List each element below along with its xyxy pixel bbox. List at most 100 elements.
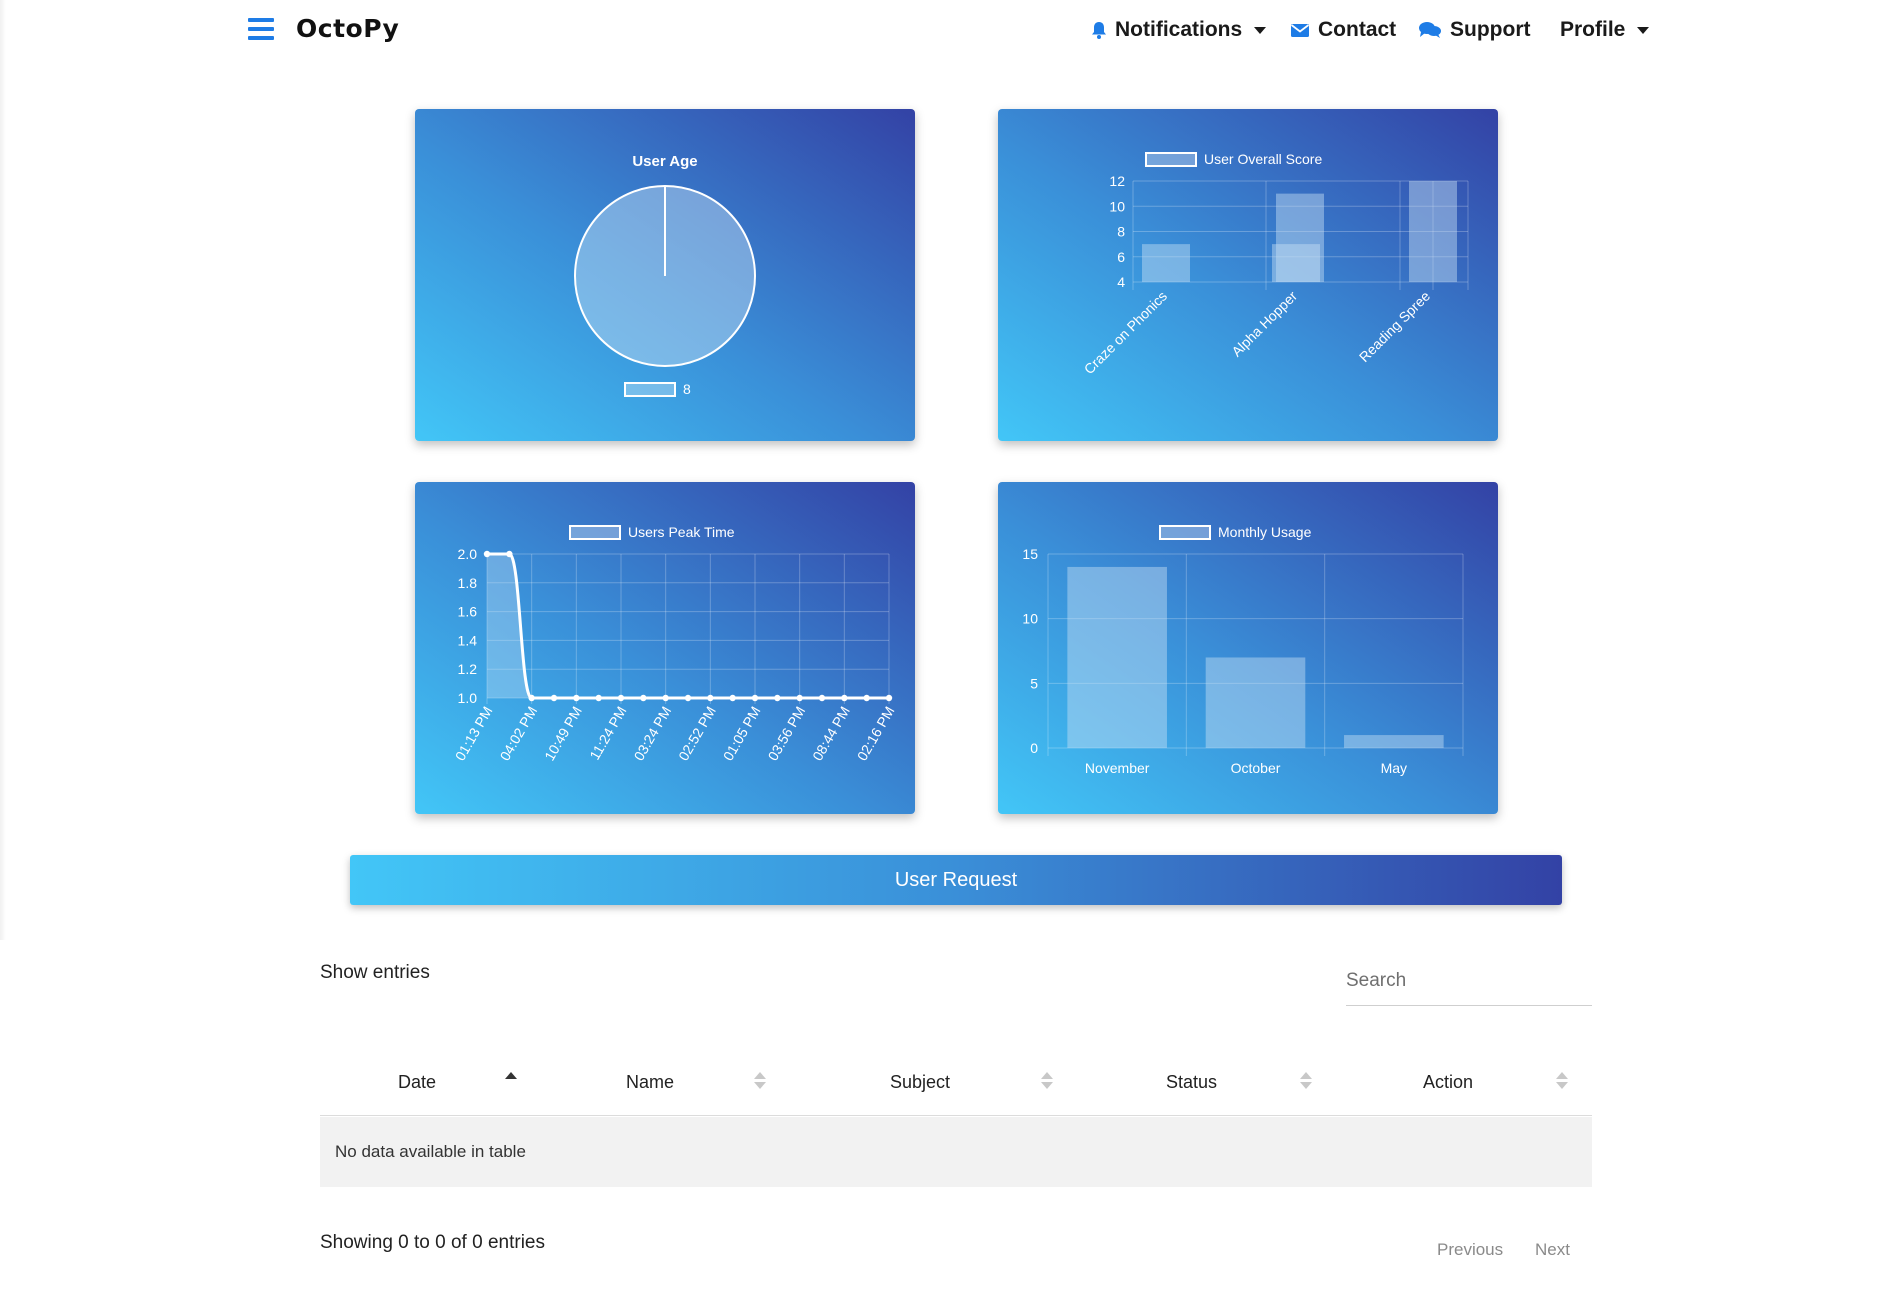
sort-icon[interactable]: [1556, 1072, 1568, 1090]
data-point: [617, 694, 625, 702]
search-input[interactable]: [1346, 962, 1592, 1000]
data-point: [841, 694, 848, 702]
data-point: [550, 694, 558, 702]
data-point: [662, 694, 669, 702]
table-header: Date Name Subject Status Action: [320, 1050, 1592, 1116]
data-point: [774, 694, 781, 702]
data-point: [796, 694, 803, 702]
sort-icon[interactable]: [1300, 1072, 1312, 1090]
bell-icon: [1092, 22, 1106, 39]
y-tick-label: 1.0: [458, 690, 478, 706]
table-info: Showing 0 to 0 of 0 entries: [320, 1232, 545, 1253]
brand-logo[interactable]: OctoPy: [296, 14, 399, 43]
x-tick-label: 03:24 PM: [630, 704, 674, 764]
column-header-date[interactable]: Date: [398, 1072, 436, 1093]
top-navbar: OctoPy Notifications Contact Support Pro…: [0, 0, 1898, 60]
y-tick-label: 12: [1109, 173, 1125, 189]
x-tick-label: 03:56 PM: [764, 704, 808, 764]
data-point: [818, 694, 826, 702]
menu-toggle-icon[interactable]: [248, 18, 274, 40]
data-point: [885, 694, 893, 702]
envelope-icon: [1290, 24, 1310, 37]
legend-swatch: [569, 525, 621, 540]
user-overall-score-card: User Overall Score 4 6 8 10 12 Craze on Phoni…: [998, 109, 1498, 441]
user-age-card: User Age 8: [415, 109, 915, 441]
data-point: [684, 694, 692, 702]
table-row: No data available in table: [320, 1117, 1592, 1187]
y-tick-label: 10: [1022, 611, 1038, 627]
y-tick-label: 0: [1030, 740, 1038, 756]
x-tick-label: October: [1231, 760, 1281, 776]
bar: [1205, 657, 1306, 748]
y-tick-label: 15: [1022, 546, 1038, 562]
x-tick-label: 08:44 PM: [809, 704, 853, 764]
user-age-chart: User Age 8: [574, 153, 756, 397]
data-point: [729, 694, 736, 702]
x-tick-label: Craze on Phonics: [1081, 288, 1170, 377]
profile-label: Profile: [1560, 18, 1626, 41]
data-point: [707, 694, 714, 702]
y-tick-label: 5: [1030, 675, 1038, 691]
y-tick-label: 1.4: [458, 632, 478, 648]
bar: [1276, 193, 1324, 282]
x-tick-label: November: [1085, 760, 1150, 776]
notifications-menu[interactable]: Notifications: [1091, 16, 1267, 44]
show-entries-label: Show entries: [320, 962, 430, 983]
users-peak-time-card: Users Peak Time 1.0 1.2 1.4 1.6 1.8 2.0 01:13 …: [415, 482, 915, 814]
x-tick-label: 02:52 PM: [675, 704, 719, 764]
next-page-button[interactable]: Next: [1535, 1240, 1570, 1260]
legend-label: User Overall Score: [1204, 151, 1322, 167]
column-header-status[interactable]: Status: [1166, 1072, 1217, 1093]
sort-icon[interactable]: [505, 1072, 517, 1090]
notifications-label: Notifications: [1115, 18, 1243, 41]
y-tick-label: 10: [1109, 198, 1125, 214]
y-tick-label: 6: [1117, 249, 1125, 265]
contact-link[interactable]: Contact: [1290, 16, 1396, 44]
legend-label: Monthly Usage: [1218, 524, 1312, 540]
legend-label: 8: [683, 381, 691, 397]
y-tick-label: 8: [1117, 224, 1125, 240]
previous-page-button[interactable]: Previous: [1437, 1240, 1503, 1260]
column-header-subject[interactable]: Subject: [890, 1072, 950, 1093]
user-request-header[interactable]: User Request: [350, 855, 1562, 905]
data-point: [863, 694, 870, 702]
data-point: [483, 550, 491, 558]
bar: [1344, 735, 1444, 748]
comments-icon: [1419, 22, 1441, 38]
empty-table-message: No data available in table: [335, 1142, 526, 1161]
x-tick-label: Alpha Hopper: [1228, 288, 1300, 360]
legend-swatch: [1145, 152, 1197, 167]
bar: [1067, 566, 1167, 748]
y-tick-label: 4: [1117, 274, 1125, 290]
x-tick-label: 01:05 PM: [720, 704, 764, 764]
chevron-down-icon: [1254, 26, 1267, 34]
y-tick-label: 1.6: [458, 604, 478, 620]
data-point: [595, 694, 602, 702]
x-tick-label: 10:49 PM: [541, 704, 585, 764]
monthly-usage-card: Monthly Usage 0 5 10 15 November October May: [998, 482, 1498, 814]
column-header-action[interactable]: Action: [1423, 1072, 1473, 1093]
x-tick-label: 04:02 PM: [496, 704, 540, 764]
x-tick-label: 01:13 PM: [452, 704, 496, 764]
sidebar-edge-shadow: [0, 0, 6, 940]
profile-menu[interactable]: Profile: [1560, 16, 1650, 44]
sort-icon[interactable]: [1041, 1072, 1053, 1090]
support-label: Support: [1450, 18, 1531, 41]
y-tick-label: 1.8: [458, 575, 478, 591]
chart-title: User Age: [632, 153, 697, 170]
x-tick-label: May: [1381, 760, 1407, 776]
x-tick-label: Reading Spree: [1356, 288, 1434, 366]
column-header-name[interactable]: Name: [626, 1072, 674, 1093]
bar: [1409, 181, 1457, 282]
area-fill: [487, 554, 889, 698]
x-tick-label: 11:24 PM: [586, 704, 629, 763]
sort-icon[interactable]: [754, 1072, 766, 1090]
y-tick-label: 1.2: [458, 661, 478, 677]
x-tick-label: 02:16 PM: [854, 704, 898, 764]
user-overall-score-chart: User Overall Score 4 6 8 10 12 Craze on Phoni…: [1081, 151, 1469, 377]
support-link[interactable]: Support: [1418, 16, 1530, 44]
bar: [1142, 244, 1190, 282]
monthly-usage-chart: Monthly Usage 0 5 10 15 November October May: [1022, 524, 1464, 776]
legend-label: Users Peak Time: [628, 524, 735, 540]
legend-swatch: [624, 382, 676, 397]
